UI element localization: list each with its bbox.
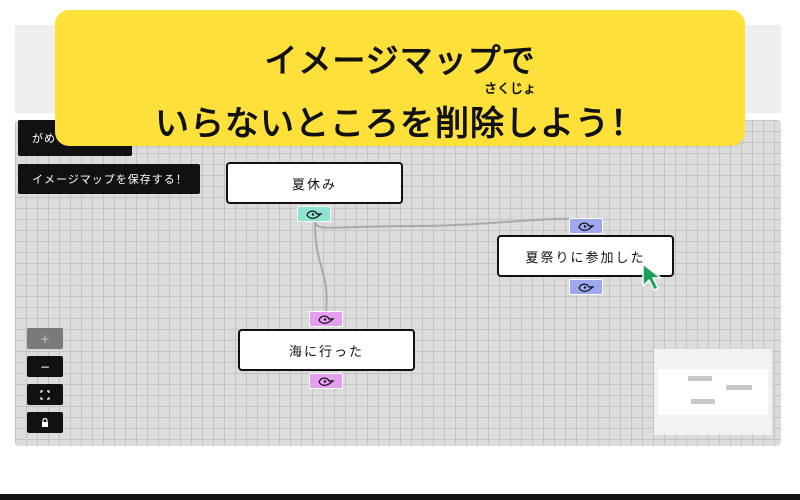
hand-icon [318,315,335,324]
hand-icon [578,283,595,292]
minimap-node [726,385,752,390]
zoom-in-button[interactable]: + [27,328,63,349]
node-festival-source-handle[interactable] [569,279,603,295]
node-summer-label: 夏休み [291,177,337,193]
plus-icon: + [39,331,51,346]
node-sea-target-handle[interactable] [309,311,343,327]
fit-view-button[interactable] [27,384,63,405]
node-summer-source-handle[interactable] [297,206,331,222]
hand-icon [578,222,595,231]
node-sea-source-handle[interactable] [309,373,343,389]
save-map-button-label: イメージマップを保存する！ [32,173,188,186]
app-frame: がめ イメージマップを保存する！ 夏休み 夏祭りに参加した 海に行った + − [0,0,800,500]
node-sea-label: 海に行った [288,344,364,360]
minimap-node [691,399,715,404]
banner-line2: いらないところを削除しよう！ [155,104,645,144]
minimap-node [688,376,712,381]
partial-button-label: がめ [32,132,56,145]
hand-icon [318,377,335,386]
node-sea[interactable]: 海に行った [238,329,415,371]
bottom-bar [0,494,800,500]
banner-ruby: さくじょ [484,82,537,97]
lock-icon [42,418,48,427]
node-festival-label: 夏祭りに参加した [525,250,646,266]
minus-icon: − [39,359,51,374]
pointer-cursor-icon [642,263,662,291]
zoom-out-button[interactable]: − [27,356,63,377]
minimap[interactable] [654,349,772,435]
node-festival-target-handle[interactable] [569,218,603,234]
instruction-banner: イメージマップで さくじょ いらないところを削除しよう！ [55,10,745,146]
lock-button[interactable] [27,412,63,433]
node-summer[interactable]: 夏休み [226,162,403,204]
minimap-viewport[interactable] [658,369,768,415]
hand-icon [306,210,323,219]
save-map-button[interactable]: イメージマップを保存する！ [18,164,200,194]
banner-line1: イメージマップで [264,41,536,80]
fit-view-icon [40,389,50,400]
